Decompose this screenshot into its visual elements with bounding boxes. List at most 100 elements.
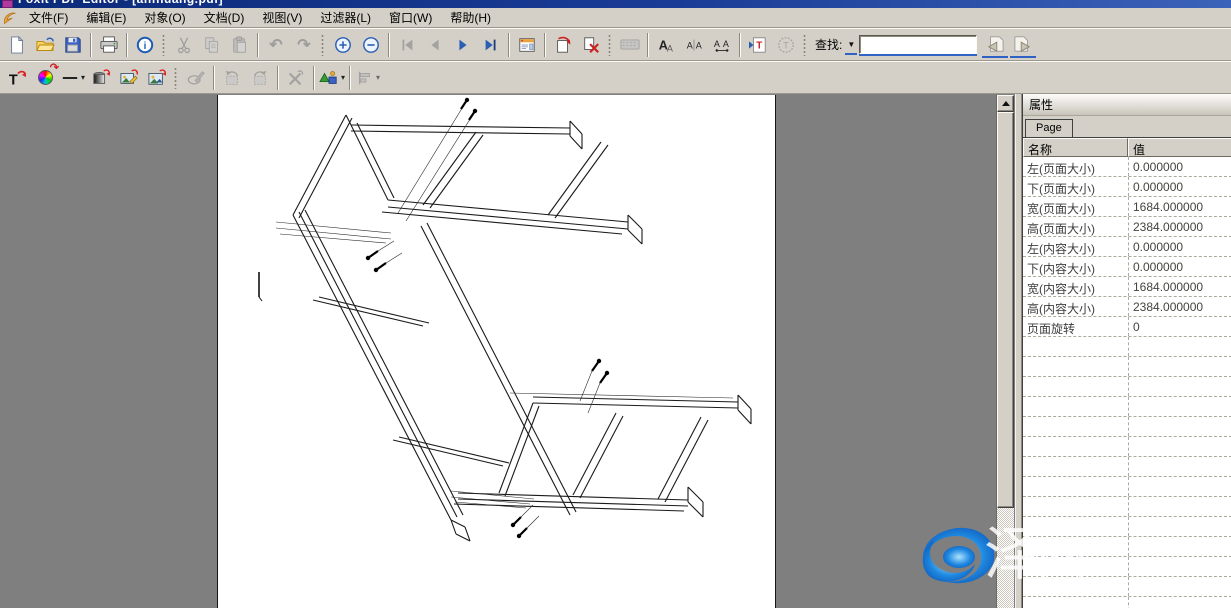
- property-value: [1128, 477, 1231, 496]
- property-value: [1128, 397, 1231, 416]
- menu-item-3[interactable]: 文档(D): [195, 7, 254, 28]
- nav-last-button[interactable]: [478, 32, 504, 57]
- property-value: [1128, 457, 1231, 476]
- toolbar-drag-handle[interactable]: [608, 34, 611, 56]
- undo-button[interactable]: ↶: [263, 32, 289, 57]
- nav-prev-button[interactable]: [422, 32, 448, 57]
- find-input[interactable]: [859, 35, 977, 54]
- menu-item-1[interactable]: 编辑(E): [77, 7, 135, 28]
- line-tool-button[interactable]: ▾: [60, 65, 86, 90]
- property-row: 宽(内容大小)1684.000000: [1023, 277, 1231, 297]
- property-name: 页面旋转: [1023, 317, 1128, 336]
- char-spacing-button[interactable]: AA: [681, 32, 707, 57]
- menu-item-6[interactable]: 窗口(W): [380, 7, 441, 28]
- property-name: 左(内容大小): [1023, 237, 1128, 256]
- property-value[interactable]: 0.000000: [1128, 237, 1231, 256]
- property-row: 左(内容大小)0.000000: [1023, 237, 1231, 257]
- property-row: 页面旋转0: [1023, 317, 1231, 337]
- add-text-button[interactable]: T: [4, 65, 30, 90]
- delete-object-button[interactable]: [283, 65, 309, 90]
- toolbar-separator: [544, 33, 546, 57]
- vertical-scrollbar[interactable]: [996, 95, 1014, 608]
- align-tool-button[interactable]: ▾: [355, 65, 381, 90]
- property-name: 下(内容大小): [1023, 257, 1128, 276]
- property-value[interactable]: 1684.000000: [1128, 197, 1231, 216]
- menu-item-7[interactable]: 帮助(H): [441, 7, 500, 28]
- property-value[interactable]: 0.000000: [1128, 257, 1231, 276]
- svg-text:T: T: [9, 72, 18, 87]
- property-row: 下(内容大小)0.000000: [1023, 257, 1231, 277]
- add-shading-button[interactable]: [88, 65, 114, 90]
- property-row: 宽(页面大小)1684.000000: [1023, 197, 1231, 217]
- menu-item-4[interactable]: 视图(V): [253, 7, 311, 28]
- property-value[interactable]: 0: [1128, 317, 1231, 336]
- redo-button[interactable]: ↷: [291, 32, 317, 57]
- zoom-in-button[interactable]: [330, 32, 356, 57]
- nav-first-button[interactable]: [394, 32, 420, 57]
- property-row-empty: [1023, 477, 1231, 497]
- property-name: [1023, 457, 1128, 476]
- menu-item-0[interactable]: 文件(F): [20, 7, 77, 28]
- paste-button[interactable]: [227, 32, 253, 57]
- word-spacing-button[interactable]: AA: [709, 32, 735, 57]
- property-value[interactable]: 2384.000000: [1128, 217, 1231, 236]
- property-value: [1128, 337, 1231, 356]
- svg-text:T: T: [756, 40, 762, 51]
- up-arrow-icon: [1002, 101, 1010, 106]
- properties-table: 名称 值 左(页面大小)0.000000下(页面大小)0.000000宽(页面大…: [1023, 137, 1231, 608]
- rotate-right-obj-button[interactable]: [247, 65, 273, 90]
- toolbar-drag-handle[interactable]: [162, 34, 165, 56]
- rotate-left-obj-button[interactable]: [219, 65, 245, 90]
- toolbar-drag-handle[interactable]: [321, 34, 324, 56]
- pdf-page-canvas[interactable]: [217, 95, 776, 608]
- object-toolbar: T↷▾▾▾: [0, 61, 1231, 94]
- property-name: [1023, 477, 1128, 496]
- shapes-button[interactable]: ▾: [319, 65, 345, 90]
- svg-text:A: A: [714, 38, 720, 48]
- menu-item-5[interactable]: 过滤器(L): [311, 7, 380, 28]
- add-image-button[interactable]: [144, 65, 170, 90]
- find-history-dropdown[interactable]: ▼: [845, 35, 857, 55]
- print-button[interactable]: [96, 32, 122, 57]
- svg-text:i: i: [144, 41, 147, 52]
- page-layout-button[interactable]: [514, 32, 540, 57]
- property-row: 左(页面大小)0.000000: [1023, 157, 1231, 177]
- text-circle-button[interactable]: T: [773, 32, 799, 57]
- technical-drawing-svg: [218, 95, 776, 607]
- property-value: [1128, 497, 1231, 516]
- toolbar-drag-handle[interactable]: [803, 34, 806, 56]
- dropdown-caret-icon: ▾: [376, 73, 380, 82]
- toolbar-separator: [126, 33, 128, 57]
- property-value[interactable]: 0.000000: [1128, 177, 1231, 196]
- font-button[interactable]: AA: [653, 32, 679, 57]
- svg-text:A: A: [687, 40, 693, 50]
- info-button[interactable]: i: [132, 32, 158, 57]
- panel-splitter[interactable]: [1015, 94, 1022, 608]
- property-row-empty: [1023, 557, 1231, 577]
- property-value[interactable]: 2384.000000: [1128, 297, 1231, 316]
- rotate-page-button[interactable]: [550, 32, 576, 57]
- find-next-result-button[interactable]: [1010, 31, 1036, 58]
- properties-table-header: 名称 值: [1023, 138, 1231, 157]
- property-value[interactable]: 0.000000: [1128, 157, 1231, 176]
- cut-button[interactable]: [171, 32, 197, 57]
- clone-tool-button[interactable]: [183, 65, 209, 90]
- delete-page-button[interactable]: [578, 32, 604, 57]
- scroll-up-button[interactable]: [997, 95, 1014, 112]
- toolbar-drag-handle[interactable]: [174, 67, 177, 89]
- tab-page[interactable]: Page: [1025, 119, 1073, 137]
- open-folder-button[interactable]: [32, 32, 58, 57]
- add-color-button[interactable]: ↷: [32, 65, 58, 90]
- find-prev-result-button[interactable]: [982, 31, 1008, 58]
- menu-item-2[interactable]: 对象(O): [135, 7, 194, 28]
- zoom-out-button[interactable]: [358, 32, 384, 57]
- keyboard-button[interactable]: [617, 32, 643, 57]
- nav-next-button[interactable]: [450, 32, 476, 57]
- save-button[interactable]: [60, 32, 86, 57]
- copy-button[interactable]: [199, 32, 225, 57]
- property-value[interactable]: 1684.000000: [1128, 277, 1231, 296]
- scrollbar-thumb[interactable]: [997, 112, 1014, 508]
- text-insert-button[interactable]: T: [745, 32, 771, 57]
- edit-image-button[interactable]: [116, 65, 142, 90]
- new-document-button[interactable]: [4, 32, 30, 57]
